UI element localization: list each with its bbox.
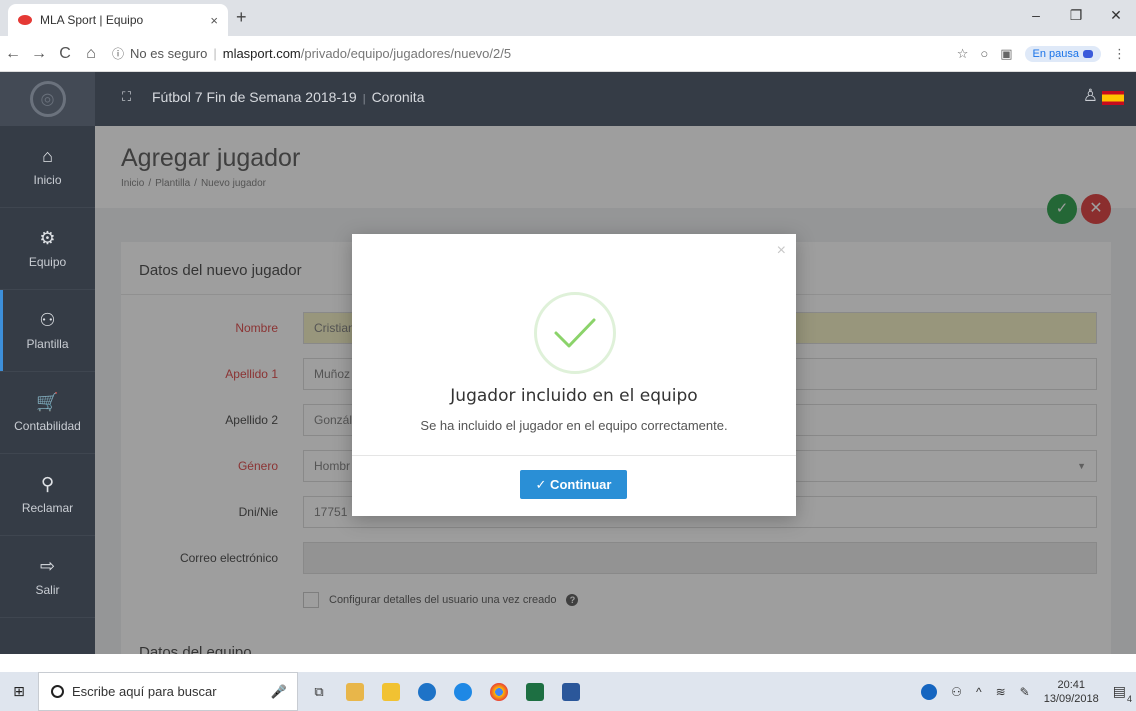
app-header: ◎ ⛶ Fútbol 7 Fin de Semana 2018-19 | Coron… — [0, 72, 1136, 126]
sidebar-item-plantilla[interactable]: ⚇ Plantilla — [0, 290, 95, 372]
taskbar-apps: ⧉ — [310, 682, 580, 701]
sidebar-item-label: Salir — [35, 583, 60, 597]
site-favicon-icon — [18, 15, 32, 25]
success-check-icon — [534, 292, 616, 374]
site-info-icon[interactable]: ⓘ — [112, 45, 124, 62]
header-season: Fútbol 7 Fin de Semana 2018-19 — [152, 89, 357, 105]
back-button[interactable]: ← — [0, 45, 26, 63]
microphone-icon[interactable]: 🎤 — [271, 684, 287, 700]
windows-taskbar: ⊞ Escribe aquí para buscar 🎤 ⧉ ⚇ ^ ≋ ✎ 2… — [0, 672, 1136, 711]
url-path: /privado/equipo/jugadores/nuevo/2/5 — [300, 46, 512, 61]
header-title: Fútbol 7 Fin de Semana 2018-19 | Coronita — [152, 89, 424, 105]
modal-message: Se ha incluido el jugador en el equipo c… — [420, 418, 728, 433]
gears-icon: ⚙ — [39, 228, 56, 248]
url-host: mlasport.com — [222, 46, 301, 61]
sidebar-item-label: Plantilla — [26, 337, 69, 351]
extension-pdf-icon[interactable]: ▣ — [1000, 46, 1012, 62]
logout-icon: ⇨ — [39, 556, 56, 576]
clock-time: 20:41 — [1057, 678, 1085, 691]
sidebar-item-label: Equipo — [28, 255, 67, 269]
url-separator: | — [213, 46, 217, 61]
minimize-button[interactable]: – — [1016, 0, 1056, 30]
system-tray: ⚇ ^ ≋ ✎ 20:41 13/09/2018 ▤ 4 — [921, 678, 1136, 706]
pause-label: En pausa — [1032, 47, 1079, 60]
chat-icon: ⚲ — [40, 474, 55, 494]
excel-icon[interactable] — [526, 682, 544, 701]
sidebar-item-equipo[interactable]: ⚙ Equipo — [0, 208, 95, 290]
home-button[interactable]: ⌂ — [78, 45, 104, 63]
url-field[interactable]: ⓘ No es seguro | mlasport.com/privado/eq… — [112, 45, 957, 62]
browser-menu-icon[interactable]: ⋮ — [1113, 46, 1126, 62]
wifi-icon[interactable]: ≋ — [996, 685, 1006, 699]
home-icon: ⌂ — [42, 146, 53, 166]
browser-tab[interactable]: MLA Sport | Equipo × — [8, 4, 228, 36]
start-icon[interactable]: ⊞ — [0, 683, 38, 700]
browser-tabbar: MLA Sport | Equipo × + – ❐ ✕ — [0, 0, 1136, 36]
edge-icon[interactable] — [418, 682, 436, 701]
address-bar: ← → C ⌂ ⓘ No es seguro | mlasport.com/pr… — [0, 36, 1136, 72]
chevron-up-icon[interactable]: ^ — [976, 685, 982, 699]
new-tab-button[interactable]: + — [236, 7, 247, 28]
notifications-icon[interactable]: ▤ 4 — [1113, 683, 1132, 704]
spain-flag-icon[interactable] — [1102, 91, 1124, 105]
header-separator: | — [362, 93, 366, 105]
profile-avatar-icon — [1083, 49, 1093, 58]
sidebar: ⌂ Inicio ⚙ Equipo ⚇ Plantilla 🛒 Contabil… — [0, 126, 95, 654]
taskbar-search[interactable]: Escribe aquí para buscar 🎤 — [38, 672, 298, 711]
help-tray-icon[interactable] — [921, 683, 938, 700]
store-icon[interactable] — [382, 682, 400, 701]
success-modal: × Jugador incluido en el equipo Se ha in… — [352, 234, 796, 516]
people-icon[interactable]: ⚇ — [951, 685, 962, 699]
pen-icon[interactable]: ✎ — [1020, 685, 1030, 699]
sidebar-item-reclamar[interactable]: ⚲ Reclamar — [0, 454, 95, 536]
bookmark-star-icon[interactable]: ☆ — [957, 46, 969, 62]
app-logo-icon: ◎ — [29, 81, 66, 117]
security-label: No es seguro — [130, 46, 208, 61]
restore-button[interactable]: ❐ — [1056, 0, 1096, 30]
modal-close-icon[interactable]: × — [777, 242, 786, 260]
file-explorer-icon[interactable] — [346, 682, 364, 701]
continue-button[interactable]: ✓ Continuar — [520, 470, 627, 499]
users-icon: ⚇ — [39, 310, 56, 330]
modal-title: Jugador incluido en el equipo — [450, 386, 698, 406]
sidebar-item-contabilidad[interactable]: 🛒 Contabilidad — [0, 372, 95, 454]
reload-button[interactable]: C — [52, 45, 78, 63]
forward-button[interactable]: → — [26, 45, 52, 63]
sidebar-item-salir[interactable]: ⇨ Salir — [0, 536, 95, 618]
word-icon[interactable] — [562, 682, 580, 701]
user-icon[interactable]: ♙ — [1083, 86, 1098, 106]
chrome-icon[interactable] — [490, 682, 508, 701]
tab-title: MLA Sport | Equipo — [40, 13, 144, 27]
cortana-icon — [51, 685, 64, 698]
clock-date: 13/09/2018 — [1043, 692, 1099, 705]
sidebar-item-label: Reclamar — [21, 501, 74, 515]
sidebar-item-label: Contabilidad — [14, 419, 81, 433]
fullscreen-icon[interactable]: ⛶ — [122, 89, 131, 105]
profile-pause-button[interactable]: En pausa — [1024, 45, 1101, 62]
sidebar-item-inicio[interactable]: ⌂ Inicio — [0, 126, 95, 208]
window-controls: – ❐ ✕ — [1016, 0, 1136, 30]
header-team: Coronita — [371, 89, 425, 105]
logo-cell[interactable]: ◎ — [0, 72, 95, 126]
task-view-icon[interactable]: ⧉ — [310, 683, 328, 701]
modal-divider — [352, 455, 796, 456]
toolbar-right: ☆ ○ ▣ En pausa ⋮ — [957, 45, 1136, 62]
sidebar-item-label: Inicio — [33, 173, 62, 187]
ie-icon[interactable] — [454, 682, 472, 701]
tab-close-icon[interactable]: × — [210, 13, 218, 28]
notifications-count: 4 — [1126, 694, 1132, 704]
search-placeholder: Escribe aquí para buscar — [72, 684, 217, 699]
clock[interactable]: 20:41 13/09/2018 — [1044, 678, 1099, 706]
extension-icon[interactable]: ○ — [980, 46, 988, 61]
close-window-button[interactable]: ✕ — [1096, 0, 1136, 30]
cart-icon: 🛒 — [36, 392, 59, 412]
